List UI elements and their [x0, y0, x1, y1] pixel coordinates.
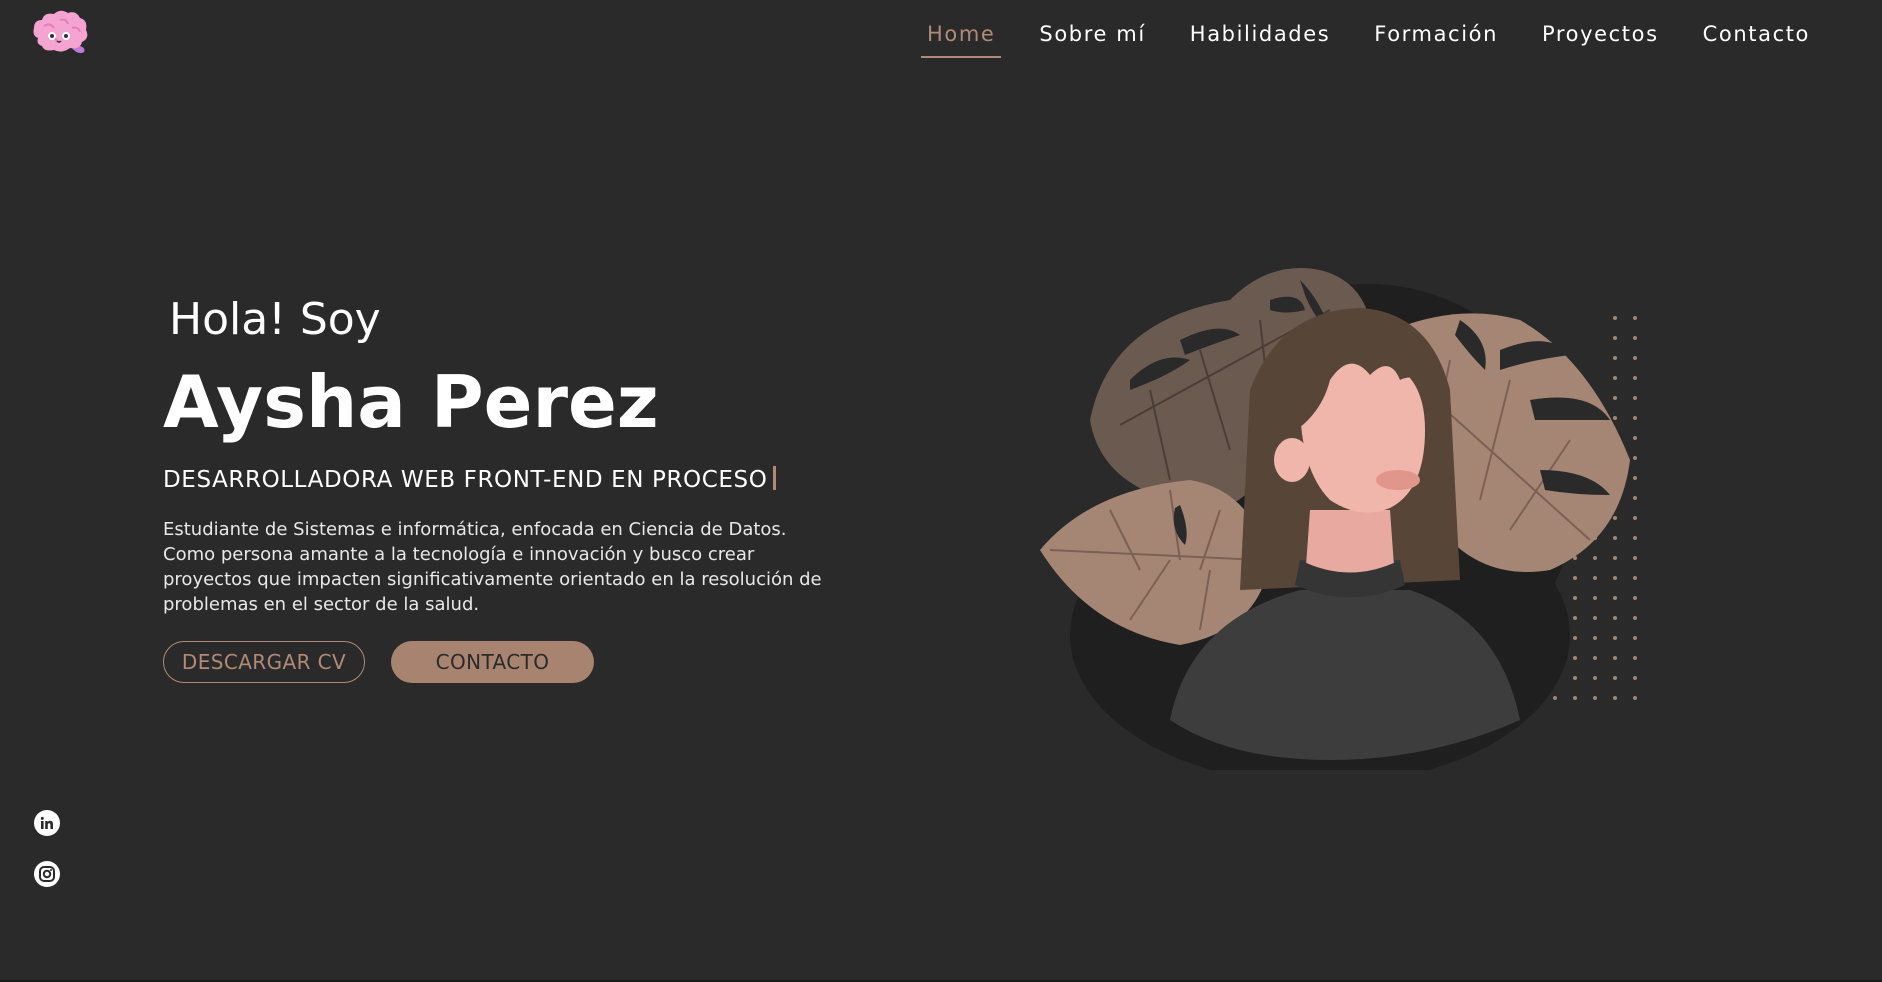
dot	[1633, 616, 1637, 620]
dot	[1573, 616, 1577, 620]
dot	[1633, 496, 1637, 500]
dot	[1593, 556, 1597, 560]
dot	[1593, 636, 1597, 640]
dot	[1613, 596, 1617, 600]
dot	[1633, 576, 1637, 580]
dot	[1633, 536, 1637, 540]
hero-section: Hola! Soy Aysha Perez DESARROLLADORA WEB…	[163, 290, 843, 683]
nav-formacion[interactable]: Formación	[1368, 18, 1504, 58]
instagram-icon[interactable]	[34, 861, 60, 887]
nav-proyectos[interactable]: Proyectos	[1536, 18, 1665, 58]
brain-icon[interactable]	[30, 8, 90, 60]
nav-home[interactable]: Home	[921, 18, 1002, 58]
dot	[1633, 696, 1637, 700]
dot	[1613, 356, 1617, 360]
dot	[1613, 636, 1617, 640]
dot	[1633, 556, 1637, 560]
hero-greeting: Hola! Soy	[169, 294, 381, 345]
dot	[1613, 656, 1617, 660]
dot	[1633, 636, 1637, 640]
linkedin-icon[interactable]	[34, 810, 60, 836]
dot	[1613, 696, 1617, 700]
dot	[1593, 656, 1597, 660]
dot	[1633, 476, 1637, 480]
dot	[1573, 676, 1577, 680]
dot	[1633, 456, 1637, 460]
dot	[1633, 596, 1637, 600]
dot	[1593, 576, 1597, 580]
dot	[1633, 376, 1637, 380]
hero-role-text: DESARROLLADORA WEB FRONT-END EN PROCESO	[163, 467, 768, 493]
dot	[1573, 696, 1577, 700]
hero-description: Estudiante de Sistemas e informática, en…	[163, 519, 822, 615]
dot	[1633, 676, 1637, 680]
dot	[1633, 336, 1637, 340]
contact-button[interactable]: CONTACTO	[391, 641, 594, 683]
dot	[1633, 416, 1637, 420]
hero-role: DESARROLLADORA WEB FRONT-END EN PROCESO	[163, 466, 843, 493]
dot	[1613, 536, 1617, 540]
dot	[1593, 676, 1597, 680]
dot	[1613, 616, 1617, 620]
dot	[1613, 336, 1617, 340]
dot	[1633, 356, 1637, 360]
dot	[1573, 636, 1577, 640]
dot	[1573, 576, 1577, 580]
dot	[1633, 316, 1637, 320]
typing-cursor	[773, 466, 777, 490]
dot	[1613, 516, 1617, 520]
dot	[1633, 396, 1637, 400]
hero-buttons: DESCARGAR CV CONTACTO	[163, 641, 843, 683]
page: Home Sobre mí Habilidades Formación Proy…	[0, 0, 1882, 982]
dot	[1633, 656, 1637, 660]
dot	[1613, 556, 1617, 560]
dot	[1613, 376, 1617, 380]
dot	[1573, 656, 1577, 660]
dot	[1633, 436, 1637, 440]
nav-sobre-mi[interactable]: Sobre mí	[1033, 18, 1151, 58]
nav-contacto[interactable]: Contacto	[1697, 18, 1816, 58]
dot	[1633, 516, 1637, 520]
dot	[1613, 316, 1617, 320]
dot	[1613, 676, 1617, 680]
dot	[1613, 576, 1617, 580]
download-cv-button[interactable]: DESCARGAR CV	[163, 641, 365, 683]
dot	[1593, 696, 1597, 700]
dot	[1613, 416, 1617, 420]
nav-habilidades[interactable]: Habilidades	[1184, 18, 1336, 58]
dot	[1613, 396, 1617, 400]
dot	[1593, 616, 1597, 620]
hero-illustration	[1030, 240, 1670, 785]
dot	[1553, 696, 1557, 700]
dot	[1573, 596, 1577, 600]
dot	[1593, 596, 1597, 600]
main-nav: Home Sobre mí Habilidades Formación Proy…	[889, 18, 1816, 58]
hero-name: Aysha Perez	[163, 360, 659, 444]
